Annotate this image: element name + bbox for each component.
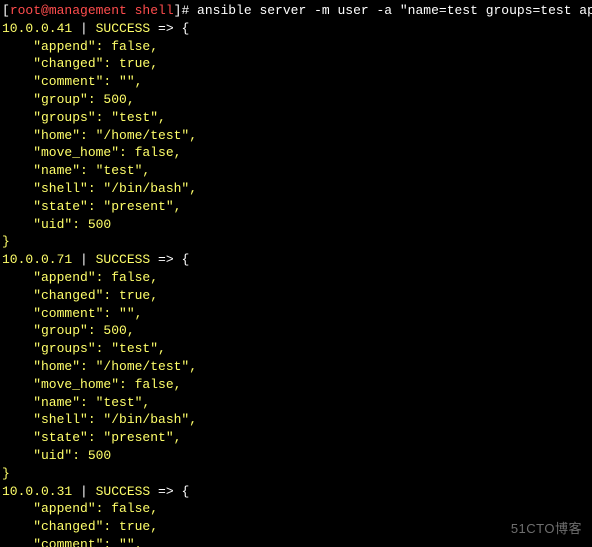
output-line: "move_home": false,	[2, 145, 189, 160]
output-line: "home": "/home/test",	[2, 359, 205, 374]
output-line: "append": false,	[2, 501, 166, 516]
sep: |	[72, 484, 95, 499]
brace-open: => {	[150, 252, 189, 267]
sep: |	[72, 21, 95, 36]
prompt-bracket-close: ]#	[174, 3, 197, 18]
output-line: "state": "present",	[2, 199, 189, 214]
output-line: "append": false,	[2, 39, 166, 54]
output-line: "move_home": false,	[2, 377, 189, 392]
brace-open: => {	[150, 21, 189, 36]
host-ip: 10.0.0.41	[2, 21, 72, 36]
output-line: "group": 500,	[2, 323, 142, 338]
watermark: 51CTO博客	[511, 518, 582, 537]
output-line: "name": "test",	[2, 395, 158, 410]
host-status: SUCCESS	[96, 484, 151, 499]
output-line: "append": false,	[2, 270, 166, 285]
brace-open: => {	[150, 484, 189, 499]
terminal-output: [root@management shell]# ansible server …	[0, 0, 592, 547]
output-line: "comment": "",	[2, 74, 150, 89]
prompt-user-host: root@management shell	[10, 3, 174, 18]
brace-close: }	[2, 234, 10, 249]
output-line: "changed": true,	[2, 519, 166, 534]
brace-close: }	[2, 466, 10, 481]
command-text: ansible server -m user -a "name=test gro…	[197, 3, 592, 18]
output-line: "comment": "",	[2, 537, 150, 547]
host-status: SUCCESS	[96, 21, 151, 36]
output-line: "changed": true,	[2, 56, 166, 71]
output-line: "name": "test",	[2, 163, 158, 178]
output-line: "group": 500,	[2, 92, 142, 107]
host-ip: 10.0.0.31	[2, 484, 72, 499]
output-line: "shell": "/bin/bash",	[2, 181, 205, 196]
output-line: "groups": "test",	[2, 110, 174, 125]
output-line: "state": "present",	[2, 430, 189, 445]
output-line: "shell": "/bin/bash",	[2, 412, 205, 427]
sep: |	[72, 252, 95, 267]
output-line: "uid": 500	[2, 217, 111, 232]
output-line: "comment": "",	[2, 306, 150, 321]
output-line: "changed": true,	[2, 288, 166, 303]
host-ip: 10.0.0.71	[2, 252, 72, 267]
output-line: "uid": 500	[2, 448, 111, 463]
prompt-bracket-open: [	[2, 3, 10, 18]
host-status: SUCCESS	[96, 252, 151, 267]
output-line: "groups": "test",	[2, 341, 174, 356]
output-line: "home": "/home/test",	[2, 128, 205, 143]
